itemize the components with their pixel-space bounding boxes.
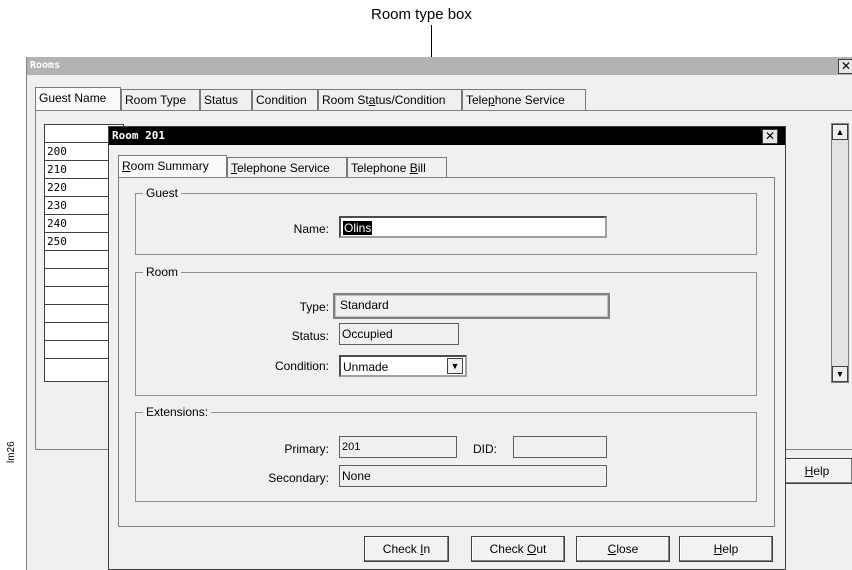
scroll-up-arrow-icon[interactable]: ▲	[832, 124, 848, 140]
tab-guest-name[interactable]: Guest Name	[35, 87, 121, 110]
annotation-caption: Room type box	[371, 6, 472, 23]
tab-room-status-condition[interactable]: Room Status/Condition	[318, 89, 462, 110]
primary-label: Primary:	[284, 442, 329, 456]
check-out-button[interactable]: Check Out	[471, 536, 565, 562]
name-input[interactable]: Olins	[339, 216, 607, 238]
type-label: Type:	[299, 300, 329, 314]
check-in-button[interactable]: Check In	[364, 536, 449, 562]
dialog-title-bar[interactable]: Room 201 ✕	[109, 127, 785, 145]
room-status-field: Occupied	[339, 323, 459, 345]
condition-label: Condition:	[274, 359, 329, 373]
tab-dialog-telephone-service[interactable]: Telephone Service	[227, 157, 347, 178]
help-button[interactable]: Help	[679, 536, 773, 562]
condition-value: Unmade	[343, 360, 389, 374]
extensions-group-label: Extensions:	[143, 405, 212, 419]
dialog-title: Room 201	[112, 129, 165, 142]
rooms-close-button[interactable]: ✕	[838, 59, 852, 74]
tab-status[interactable]: Status	[200, 89, 252, 110]
room-type-field[interactable]: Standard	[333, 293, 610, 319]
room-201-dialog: Room 201 ✕ Room Summary Telephone Servic…	[108, 126, 786, 570]
guest-group-label: Guest	[143, 186, 182, 200]
dialog-close-button[interactable]: ✕	[762, 129, 778, 144]
room-group-label: Room	[143, 265, 182, 279]
name-value: Olins	[343, 221, 373, 235]
secondary-label: Secondary:	[268, 471, 329, 485]
rooms-title-bar[interactable]: Rooms ✕	[27, 57, 852, 75]
rooms-scrollbar[interactable]: ▲ ▼	[831, 123, 849, 383]
name-label: Name:	[293, 222, 329, 236]
tab-room-type[interactable]: Room Type	[121, 89, 200, 110]
rooms-window-title: Rooms	[30, 60, 61, 71]
figure-code: lm26	[6, 441, 17, 463]
tab-telephone-service[interactable]: Telephone Service	[462, 89, 586, 110]
tab-room-summary[interactable]: Room Summary	[118, 155, 227, 178]
scroll-down-arrow-icon[interactable]: ▼	[832, 366, 848, 382]
secondary-extension-field: None	[339, 465, 607, 487]
chevron-down-icon[interactable]: ▼	[447, 358, 463, 374]
condition-select[interactable]: Unmade ▼	[339, 355, 467, 377]
tab-condition[interactable]: Condition	[252, 89, 318, 110]
did-field	[513, 436, 607, 458]
did-label: DID:	[473, 442, 497, 456]
primary-extension-field: 201	[339, 436, 457, 458]
tab-telephone-bill[interactable]: Telephone Bill	[347, 157, 447, 178]
rooms-help-button[interactable]: Help	[781, 458, 852, 484]
status-label: Status:	[291, 329, 329, 343]
close-button[interactable]: Close	[576, 536, 670, 562]
